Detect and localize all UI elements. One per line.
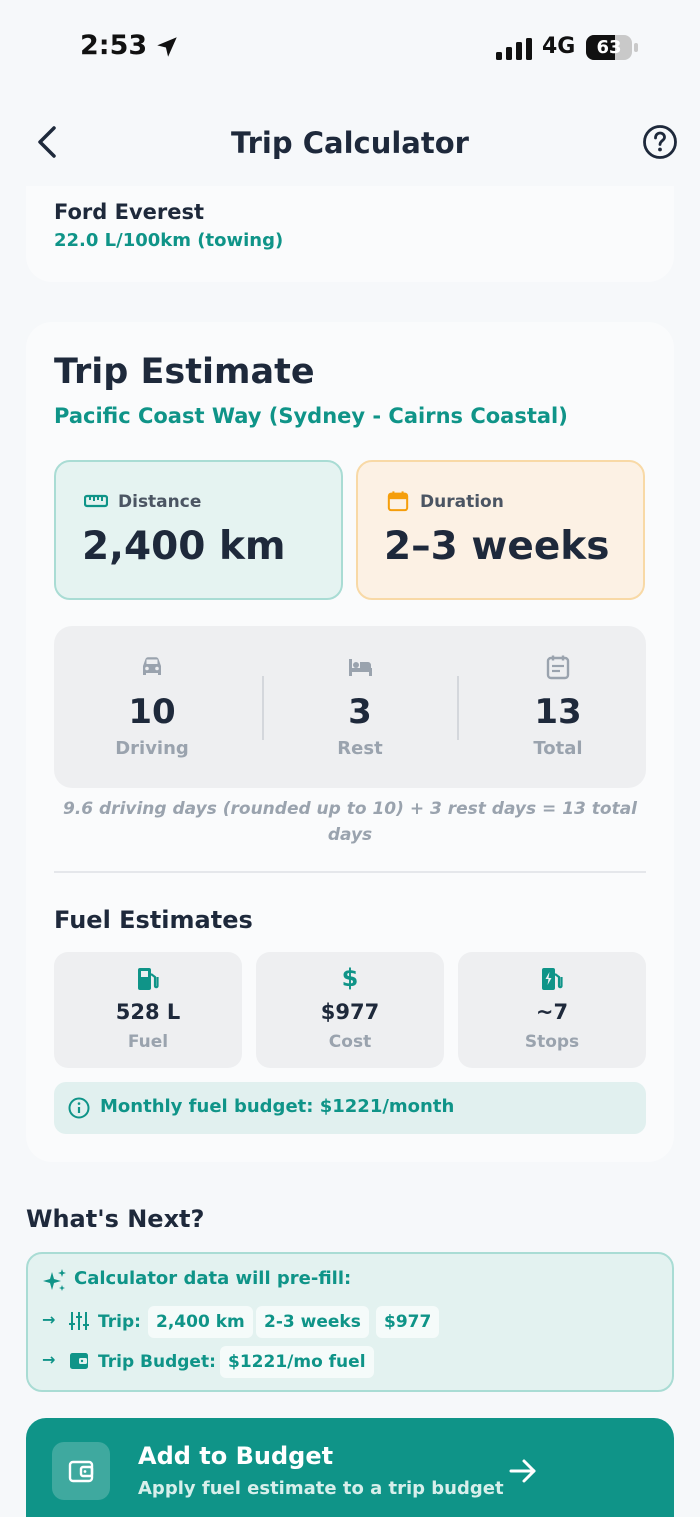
fuel-estimates-title: Fuel Estimates [54, 906, 253, 934]
trip-estimate-card: Trip Estimate Pacific Coast Way (Sydney … [26, 322, 674, 1162]
nav-bar: Trip Calculator [0, 112, 700, 176]
monthly-budget-text: Monthly fuel budget: $1221/month [100, 1096, 455, 1117]
prefill-header: Calculator data will pre-fill: [74, 1268, 352, 1289]
prefill-chip: 2-3 weeks [256, 1306, 369, 1338]
fuel-pump-icon [138, 968, 159, 990]
ruler-icon [84, 494, 108, 508]
arrow-right-icon [509, 1459, 536, 1483]
wallet-icon [70, 1353, 88, 1369]
fuel-volume-value: 528 L [115, 1000, 181, 1024]
prefill-trip-label: Trip: [98, 1312, 141, 1332]
duration-label: Duration [420, 492, 504, 512]
prefill-trip-row: → Trip: 2,400 km 2-3 weeks $977 [42, 1306, 662, 1340]
wallet-icon [52, 1442, 110, 1500]
rest-days: 3 Rest [290, 626, 430, 788]
fuel-volume-card: 528 L Fuel [54, 952, 242, 1068]
divider [262, 676, 264, 740]
whats-next-title: What's Next? [26, 1205, 205, 1233]
prefill-info-card: Calculator data will pre-fill: → Trip: 2… [26, 1252, 674, 1392]
battery-level: 63 [596, 37, 622, 58]
total-days-label: Total [533, 738, 583, 759]
prefill-chip: $977 [376, 1306, 440, 1338]
cellular-signal-icon [496, 38, 532, 60]
add-to-budget-button[interactable]: Add to Budget Apply fuel estimate to a t… [26, 1418, 674, 1517]
rest-days-value: 3 [348, 692, 372, 732]
prefill-budget-label: Trip Budget: [98, 1352, 216, 1372]
fuel-cost-value: $977 [320, 1000, 380, 1024]
fuel-stops-card: ~7 Stops [458, 952, 646, 1068]
status-time: 2:53 [80, 30, 148, 61]
divider [54, 871, 646, 873]
prefill-chip: 2,400 km [148, 1306, 253, 1338]
arrow-icon: → [42, 1310, 56, 1329]
vehicle-name: Ford Everest [54, 200, 205, 224]
prefill-budget-row: → Trip Budget: $1221/mo fuel [42, 1346, 662, 1380]
calendar-icon [546, 655, 570, 680]
calendar-icon [387, 491, 409, 512]
vehicle-card[interactable]: Ford Everest 22.0 L/100km (towing) [26, 186, 674, 282]
fuel-volume-label: Fuel [127, 1032, 169, 1052]
help-icon[interactable] [642, 124, 678, 160]
info-icon [68, 1097, 90, 1119]
dollar-icon: $ [341, 964, 359, 992]
page-title: Trip Calculator [231, 126, 469, 160]
status-bar: 2:53 4G 63 [0, 0, 700, 96]
days-calculation-note: 9.6 driving days (rounded up to 10) + 3 … [62, 799, 638, 845]
bed-icon [349, 659, 372, 676]
cta-subtitle: Apply fuel estimate to a trip budget [138, 1478, 504, 1499]
days-breakdown: 10 Driving 3 Rest 13 Total [54, 626, 646, 788]
total-days-value: 13 [534, 692, 582, 732]
divider [457, 676, 459, 740]
charging-station-icon [542, 968, 563, 990]
driving-days-value: 10 [128, 692, 176, 732]
network-type: 4G [542, 34, 576, 59]
battery-icon: 63 [586, 35, 638, 60]
sliders-icon [69, 1312, 89, 1330]
duration-value: 2–3 weeks [384, 524, 610, 569]
duration-metric: Duration 2–3 weeks [356, 460, 645, 600]
distance-label: Distance [118, 492, 202, 512]
distance-value: 2,400 km [82, 524, 286, 569]
cta-title: Add to Budget [138, 1442, 334, 1470]
monthly-budget-banner: Monthly fuel budget: $1221/month [54, 1082, 646, 1134]
car-icon [143, 657, 161, 675]
rest-days-label: Rest [337, 738, 383, 759]
distance-metric: Distance 2,400 km [54, 460, 343, 600]
location-arrow-icon [157, 37, 177, 57]
driving-days: 10 Driving [82, 626, 222, 788]
fuel-stops-label: Stops [524, 1032, 580, 1052]
prefill-chip: $1221/mo fuel [220, 1346, 374, 1378]
vehicle-efficiency: 22.0 L/100km (towing) [54, 230, 284, 251]
sparkles-icon [43, 1269, 66, 1291]
total-days: 13 Total [488, 626, 628, 788]
arrow-icon: → [42, 1350, 56, 1369]
driving-days-label: Driving [115, 738, 189, 759]
route-name: Pacific Coast Way (Sydney - Cairns Coast… [54, 404, 568, 428]
fuel-stops-value: ~7 [535, 1000, 569, 1024]
fuel-cost-card: $ $977 Cost [256, 952, 444, 1068]
fuel-cost-label: Cost [328, 1032, 372, 1052]
estimate-title: Trip Estimate [54, 352, 315, 392]
